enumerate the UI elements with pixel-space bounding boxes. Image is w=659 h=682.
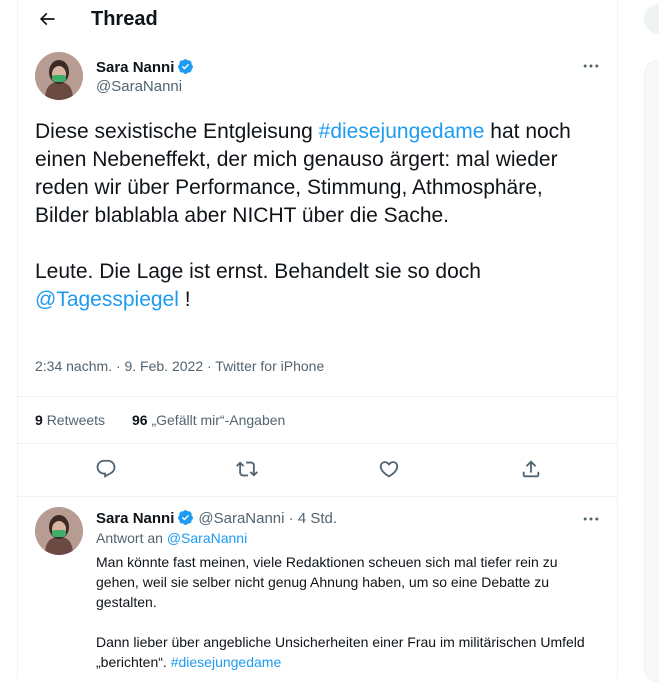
reply-author-line: Sara Nanni @SaraNanni · 4 Std. [96,509,337,528]
avatar[interactable] [35,52,83,100]
likes-stat[interactable]: 96 „Gefällt mir“-Angaben [132,412,285,428]
reply-icon [96,459,116,478]
reply-more-options-button[interactable] [581,509,605,529]
retweets-stat[interactable]: 9 Retweets [35,412,105,428]
author-handle[interactable]: @SaraNanni [96,78,182,95]
retweet-icon [236,461,258,477]
avatar-image [35,52,83,100]
reply-author-name[interactable]: Sara Nanni [96,510,174,527]
tweet-timestamp[interactable]: 2:34 nachm. · 9. Feb. 2022 · [35,358,215,374]
thread-column: Thread Sara Nanni @SaraNanni Diese sexis… [17,0,618,679]
more-dots-icon [583,64,599,68]
more-options-button[interactable] [581,56,605,76]
reply-button[interactable] [95,458,119,482]
tweet-meta: 2:34 nachm. · 9. Feb. 2022 · Twitter for… [35,358,324,374]
reply-text: Man könnte fast meinen, viele Redaktione… [96,552,596,672]
sidebar-card [644,60,659,682]
likes-label: „Gefällt mir“-Angaben [151,412,286,428]
actions-row [18,444,617,497]
reply-paragraph-2: Dann lieber über angebliche Unsicherheit… [96,632,596,672]
mention-link[interactable]: @Tagesspiegel [35,288,179,311]
tweet-source[interactable]: Twitter for iPhone [215,358,324,374]
right-sidebar [644,0,659,682]
author-line: Sara Nanni [96,58,194,77]
retweets-count: 9 [35,412,43,428]
reply-hashtag-link[interactable]: #diesejungedame [171,654,282,670]
reply-text-segment: Dann lieber über angebliche Unsicherheit… [96,634,585,670]
heart-icon [379,461,399,478]
replying-to: Antwort an @SaraNanni [96,530,247,546]
retweets-label: Retweets [46,412,106,428]
replying-to-handle-link[interactable]: @SaraNanni [167,530,247,546]
replying-to-label: Antwort an [96,530,167,546]
tweet-paragraph-1: Diese sexistische Entgleisung #diesejung… [35,118,595,230]
retweet-button[interactable] [236,458,260,482]
avatar-image [35,507,83,555]
arrow-left-icon [39,12,55,26]
page-title: Thread [91,8,158,30]
likes-count: 96 [132,412,148,428]
like-button[interactable] [378,458,402,482]
tweet-text-segment: Diese sexistische Entgleisung [35,120,319,143]
tweet-text-segment: ! [178,288,191,311]
reply-avatar[interactable] [35,507,83,555]
verified-badge-icon [178,510,194,525]
hashtag-link[interactable]: #diesejungedame [319,120,485,143]
tweet-text-segment: Leute. Die Lage ist ernst. Behandelt sie… [35,260,481,283]
tweet-paragraph-2: Leute. Die Lage ist ernst. Behandelt sie… [35,258,595,314]
settings-button[interactable] [644,4,659,34]
reply-paragraph-1: Man könnte fast meinen, viele Redaktione… [96,554,558,610]
back-button[interactable] [34,6,60,32]
tweet-text: Diese sexistische Entgleisung #diesejung… [35,118,595,314]
share-button[interactable] [520,458,544,482]
author-name[interactable]: Sara Nanni [96,59,174,76]
verified-badge-icon [178,59,194,74]
stats-row: 9 Retweets 96 „Gefällt mir“-Angaben [18,396,617,444]
header: Thread [18,0,617,40]
reply-time[interactable]: · 4 Std. [284,510,337,527]
more-dots-icon [583,517,599,521]
share-icon [522,460,540,478]
reply-author-handle[interactable]: @SaraNanni [198,510,284,527]
